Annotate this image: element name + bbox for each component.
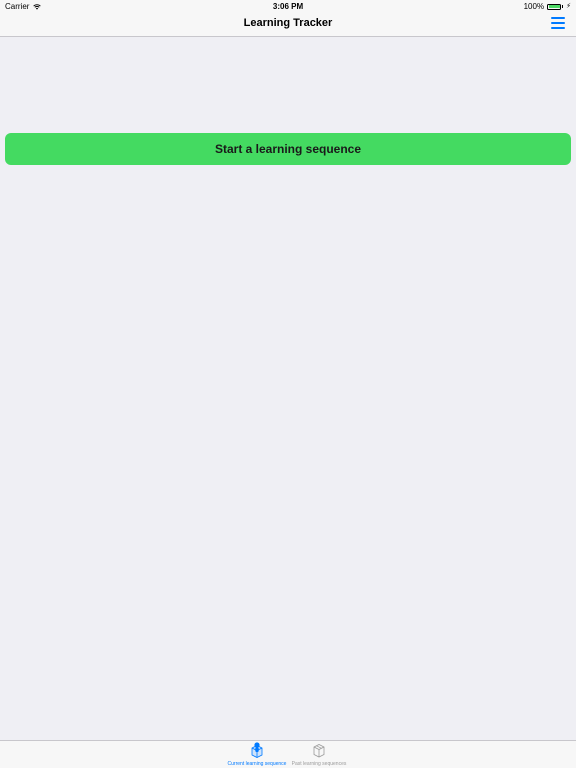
page-title: Learning Tracker [243,17,333,29]
tab-past-learning-sequences[interactable]: Past learning sequences [291,742,347,767]
menu-line [551,22,565,24]
tab-label: Past learning sequences [291,761,347,767]
tab-current-learning-sequence[interactable]: Current learning sequence [227,742,287,767]
navigation-bar: Learning Tracker [0,12,576,37]
menu-line [551,17,565,19]
charging-icon: ⚡︎ [566,3,571,10]
battery-percent: 100% [523,2,545,11]
hamburger-menu-icon[interactable] [551,17,565,29]
cube-icon [313,744,325,758]
battery-icon [547,3,562,10]
status-right: 100% ⚡︎ [524,2,571,11]
battery-tip [562,5,564,8]
start-learning-sequence-button[interactable]: Start a learning sequence [5,133,571,165]
battery-fill [548,5,560,8]
app-screen: Carrier 3:06 PM 100% ⚡︎ Learning Tracker… [0,0,576,768]
status-bar: Carrier 3:06 PM 100% ⚡︎ [0,0,576,12]
tab-label: Current learning sequence [227,761,287,767]
cube-person-icon [251,742,263,758]
menu-line [551,27,565,29]
status-time: 3:06 PM [272,2,304,11]
tab-bar: Current learning sequence Past learning … [0,740,576,768]
